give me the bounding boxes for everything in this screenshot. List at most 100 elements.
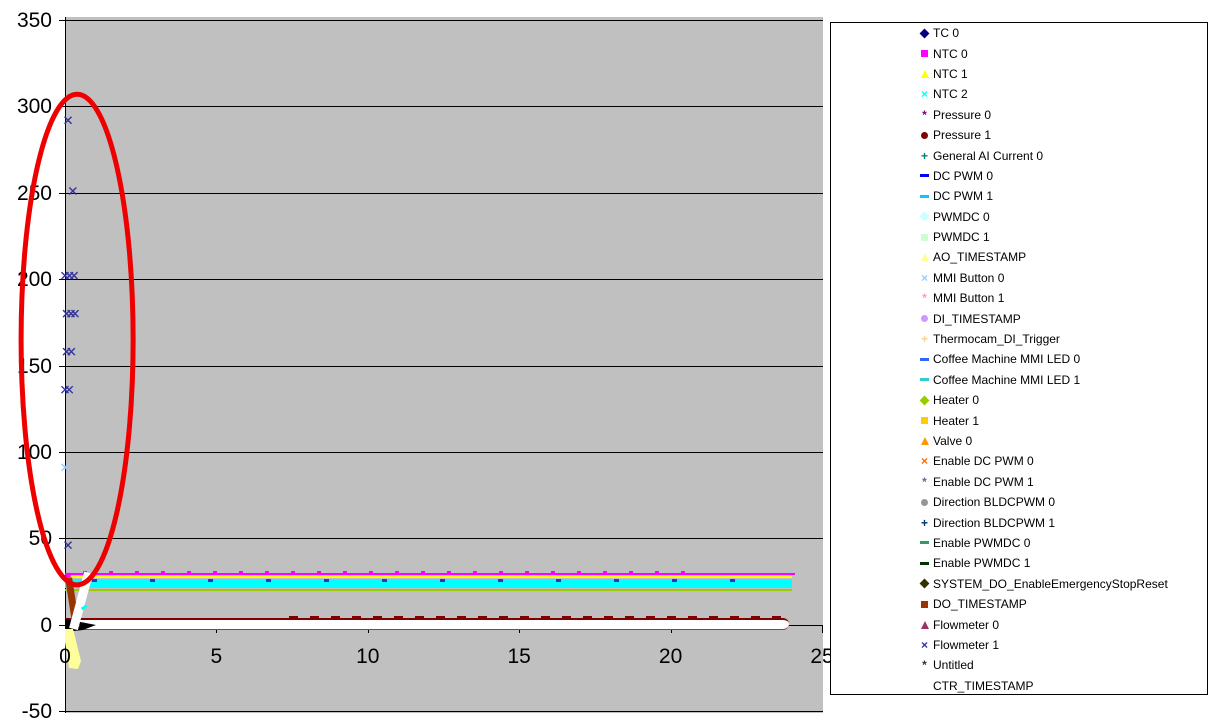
legend-label: Direction BLDCPWM 1: [933, 515, 1056, 530]
legend-label: PWMDC 0: [933, 209, 990, 224]
legend-marker-plus-icon: +: [919, 333, 930, 345]
legend-label: Valve 0: [933, 434, 973, 448]
legend-marker-triangle-icon: [919, 68, 930, 80]
legend-item[interactable]: Coffee Machine MMI LED 1: [831, 370, 1207, 390]
legend-marker-diamond-icon: [919, 27, 930, 39]
legend-label: NTC 2: [933, 87, 968, 102]
legend-item[interactable]: Enable PWMDC 0: [831, 533, 1207, 553]
legend-item[interactable]: Heater 1: [831, 410, 1207, 430]
legend-label: DC PWM 0: [933, 168, 993, 183]
legend-item[interactable]: PWMDC 1: [831, 227, 1207, 247]
marker-shape: [919, 578, 930, 589]
legend-marker-dash-icon: [919, 537, 930, 549]
legend-item[interactable]: + Thermocam_DI_Trigger: [831, 329, 1207, 349]
legend-item[interactable]: Direction BLDCPWM 0: [831, 492, 1207, 512]
legend-label: Enable DC PWM 0: [933, 454, 1034, 469]
series-point-x: [64, 116, 73, 125]
legend-label: DC PWM 1: [933, 189, 993, 204]
legend-item[interactable]: + General AI Current 0: [831, 145, 1207, 165]
marker-shape: [921, 50, 928, 58]
legend-label: NTC 1: [933, 66, 968, 81]
legend-item[interactable]: Enable PWMDC 1: [831, 553, 1207, 573]
legend-item[interactable]: NTC 1: [831, 64, 1207, 84]
legend-item[interactable]: Coffee Machine MMI LED 0: [831, 349, 1207, 369]
marker-shape: [920, 561, 929, 565]
marker-shape: [921, 131, 928, 139]
legend-label: MMI Button 0: [933, 270, 1005, 285]
series-point-x: [64, 541, 73, 550]
series-point-x: [65, 385, 74, 394]
marker-shape: +: [920, 515, 928, 530]
legend-item[interactable]: CTR_TIMESTAMP: [831, 676, 1207, 696]
legend-label: TC 0: [933, 26, 960, 41]
legend-marker-asterisk-icon: *: [919, 476, 930, 488]
legend-item[interactable]: × Flowmeter 1: [831, 635, 1207, 655]
legend-label: Coffee Machine MMI LED 1: [933, 372, 1081, 387]
legend-marker-diamond-icon: [919, 578, 930, 590]
legend-item[interactable]: * Pressure 0: [831, 105, 1207, 125]
legend-item[interactable]: × NTC 2: [831, 84, 1207, 104]
legend-item[interactable]: AO_TIMESTAMP: [831, 247, 1207, 267]
marker-shape: ×: [920, 454, 928, 469]
legend-marker-plus-icon: +: [919, 517, 930, 529]
legend-marker-x-icon: ×: [919, 455, 930, 467]
legend-label: Pressure 0: [933, 107, 992, 122]
series-point-x: [67, 347, 76, 356]
legend-item[interactable]: * Untitled: [831, 655, 1207, 675]
legend-item[interactable]: × Enable DC PWM 0: [831, 451, 1207, 471]
highlight-ellipse-annotation: [18, 91, 136, 588]
legend-marker-none-icon: [919, 680, 930, 692]
legend-marker-square-icon: [919, 598, 930, 610]
marker-shape: *: [922, 291, 927, 306]
legend-label: Heater 0: [933, 393, 980, 408]
marker-shape: [921, 315, 928, 323]
series-point-x: [70, 271, 79, 280]
legend-item[interactable]: * MMI Button 1: [831, 288, 1207, 308]
legend-marker-x-icon: ×: [919, 272, 930, 284]
legend-item[interactable]: * Enable DC PWM 1: [831, 472, 1207, 492]
legend-item[interactable]: + Direction BLDCPWM 1: [831, 512, 1207, 532]
marker-shape: +: [920, 332, 928, 347]
legend-item[interactable]: NTC 0: [831, 43, 1207, 63]
legend-marker-triangle-icon: [919, 619, 930, 631]
legend-item[interactable]: DC PWM 1: [831, 186, 1207, 206]
marker-shape: *: [922, 658, 927, 673]
legend-item[interactable]: SYSTEM_DO_EnableEmergencyStopReset: [831, 574, 1207, 594]
legend-marker-square-icon: [919, 231, 930, 243]
legend-item[interactable]: Heater 0: [831, 390, 1207, 410]
legend-marker-x-icon: ×: [919, 88, 930, 100]
legend-item[interactable]: × MMI Button 0: [831, 268, 1207, 288]
legend-item[interactable]: DO_TIMESTAMP: [831, 594, 1207, 614]
legend-item[interactable]: PWMDC 0: [831, 207, 1207, 227]
legend-marker-diamond-icon: [919, 394, 930, 406]
legend-marker-plus-icon: +: [919, 150, 930, 162]
marker-shape: [921, 600, 928, 608]
legend-marker-dash-icon: [919, 374, 930, 386]
legend-label: Coffee Machine MMI LED 0: [933, 352, 1081, 367]
legend-marker-circle-icon: [919, 129, 930, 141]
legend-item[interactable]: DI_TIMESTAMP: [831, 308, 1207, 328]
legend-item[interactable]: Valve 0: [831, 431, 1207, 451]
legend-item[interactable]: DC PWM 0: [831, 166, 1207, 186]
legend-item[interactable]: Flowmeter 0: [831, 614, 1207, 634]
legend-label: Untitled: [933, 658, 974, 673]
legend-label: General AI Current 0: [933, 148, 1044, 163]
legend-label: Heater 1: [933, 413, 980, 428]
legend-label: Flowmeter 0: [933, 617, 1000, 632]
legend-item[interactable]: Pressure 1: [831, 125, 1207, 145]
legend-label: NTC 0: [933, 46, 968, 61]
legend-item[interactable]: TC 0: [831, 23, 1207, 43]
legend-label: MMI Button 1: [933, 291, 1005, 306]
legend-marker-square-icon: [919, 48, 930, 60]
legend-label: DO_TIMESTAMP: [933, 597, 1027, 612]
legend[interactable]: TC 0 NTC 0 NTC 1 × NTC 2 * Pressure 0 Pressure …: [830, 22, 1208, 695]
legend-label: Pressure 1: [933, 128, 992, 143]
marker-shape: [920, 253, 929, 262]
legend-label: AO_TIMESTAMP: [933, 250, 1027, 265]
legend-label: Enable PWMDC 0: [933, 535, 1031, 550]
marker-shape: [920, 620, 929, 629]
legend-marker-dash-icon: [919, 170, 930, 182]
excel-style-chart: 350 300 250 200 150 100 50 0 -50 0 5 10 15 20 25 TC 0N…: [0, 0, 1210, 720]
marker-shape: ×: [920, 637, 928, 652]
marker-shape: [919, 211, 930, 222]
